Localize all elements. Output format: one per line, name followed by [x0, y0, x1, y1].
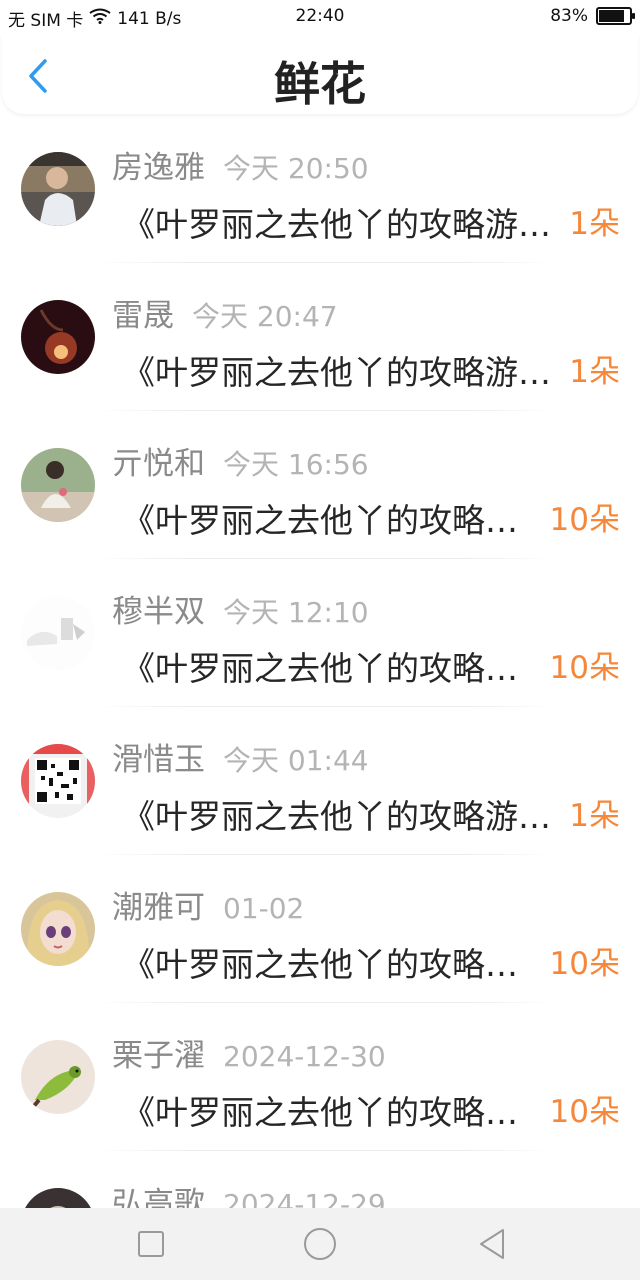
avatar[interactable]	[21, 596, 95, 670]
circle-icon	[304, 1228, 336, 1260]
square-icon	[138, 1231, 164, 1257]
user-name: 栗子濯	[112, 1038, 205, 1074]
avatar[interactable]	[21, 892, 95, 966]
work-title: 《叶罗丽之去他丫的攻略游戏》	[122, 797, 558, 836]
user-name: 亓悦和	[112, 446, 205, 482]
timestamp: 今天 20:47	[192, 300, 338, 333]
flower-count: 10朵	[549, 1094, 620, 1130]
timestamp: 2024-12-30	[223, 1040, 386, 1073]
flower-count: 10朵	[549, 650, 620, 686]
avatar[interactable]	[21, 448, 95, 522]
avatar[interactable]	[21, 152, 95, 226]
avatar[interactable]	[21, 1188, 95, 1208]
list-item[interactable]: 栗子濯 2024-12-30 《叶罗丽之去他丫的攻略游戏》 10朵	[0, 1026, 640, 1174]
list-item[interactable]: 潮雅可 01-02 《叶罗丽之去他丫的攻略游戏》 10朵	[0, 878, 640, 1026]
flower-count: 10朵	[549, 502, 620, 538]
work-title: 《叶罗丽之去他丫的攻略游戏》	[122, 501, 522, 540]
divider	[96, 558, 556, 559]
avatar[interactable]	[21, 300, 95, 374]
list-item[interactable]: 弘高歌 2024-12-29	[0, 1174, 640, 1208]
page-title: 鲜花	[274, 57, 366, 111]
divider	[96, 1150, 556, 1151]
list-item[interactable]: 滑惜玉 今天 01:44 《叶罗丽之去他丫的攻略游戏》 1朵	[0, 730, 640, 878]
avatar[interactable]	[21, 1040, 95, 1114]
timestamp: 今天 01:44	[223, 744, 369, 777]
user-name: 雷晟	[112, 298, 174, 334]
status-bar: 无 SIM 卡 141 B/s 22:40 83%	[0, 0, 640, 34]
list-item[interactable]: 穆半双 今天 12:10 《叶罗丽之去他丫的攻略游戏》 10朵	[0, 582, 640, 730]
user-name: 穆半双	[112, 594, 205, 630]
title-bar: 鲜花	[2, 34, 638, 114]
timestamp: 01-02	[223, 892, 305, 925]
work-title: 《叶罗丽之去他丫的攻略游戏》	[122, 649, 522, 688]
timestamp: 今天 20:50	[223, 152, 369, 185]
divider	[96, 1002, 556, 1003]
timestamp: 2024-12-29	[223, 1188, 386, 1208]
flower-count: 1朵	[569, 206, 620, 242]
triangle-back-icon	[480, 1229, 504, 1259]
divider	[96, 706, 556, 707]
clock: 22:40	[295, 6, 345, 26]
home-button[interactable]	[300, 1226, 340, 1262]
work-title: 《叶罗丽之去他丫的攻略游戏》	[122, 205, 558, 244]
battery-icon	[596, 7, 635, 25]
work-title: 《叶罗丽之去他丫的攻略游戏》	[122, 1093, 522, 1132]
recent-apps-button[interactable]	[131, 1226, 171, 1262]
timestamp: 今天 16:56	[223, 448, 369, 481]
user-name: 房逸雅	[112, 150, 205, 186]
user-name: 弘高歌	[112, 1186, 205, 1208]
work-title: 《叶罗丽之去他丫的攻略游戏》	[122, 353, 558, 392]
timestamp: 今天 12:10	[223, 596, 369, 629]
list-item[interactable]: 亓悦和 今天 16:56 《叶罗丽之去他丫的攻略游戏》 10朵	[0, 434, 640, 582]
user-name: 潮雅可	[112, 890, 205, 926]
system-nav-bar	[0, 1208, 640, 1280]
divider	[96, 410, 556, 411]
divider	[96, 854, 556, 855]
list-item[interactable]: 房逸雅 今天 20:50 《叶罗丽之去他丫的攻略游戏》 1朵	[0, 138, 640, 286]
flower-count: 1朵	[569, 354, 620, 390]
flower-count: 1朵	[569, 798, 620, 834]
flower-record-list: 房逸雅 今天 20:50 《叶罗丽之去他丫的攻略游戏》 1朵 雷晟 今天 20:…	[0, 138, 640, 1208]
avatar[interactable]	[21, 744, 95, 818]
user-name: 滑惜玉	[112, 742, 205, 778]
back-nav-button[interactable]	[472, 1226, 512, 1262]
flower-count: 10朵	[549, 946, 620, 982]
battery-percent: 83%	[550, 6, 588, 26]
list-item[interactable]: 雷晟 今天 20:47 《叶罗丽之去他丫的攻略游戏》 1朵	[0, 286, 640, 434]
divider	[96, 262, 556, 263]
work-title: 《叶罗丽之去他丫的攻略游戏》	[122, 945, 522, 984]
